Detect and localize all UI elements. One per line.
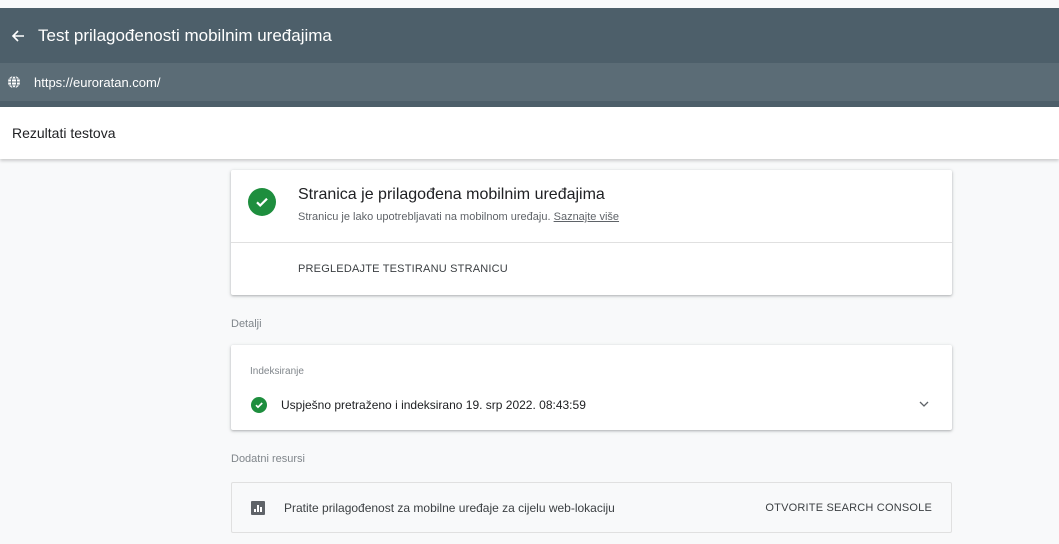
status-card: Stranica je prilagođena mobilnim uređaji…	[231, 170, 952, 295]
url-bar: https://euroratan.com/	[0, 63, 1059, 101]
check-circle-icon	[251, 397, 267, 413]
details-label: Detalji	[231, 318, 262, 330]
additional-resources-label: Dodatni resursi	[231, 453, 305, 465]
status-summary: Stranica je prilagođena mobilnim uređaji…	[231, 170, 952, 243]
tested-url: https://euroratan.com/	[34, 74, 161, 90]
bar-chart-icon	[251, 501, 265, 515]
app-title: Test prilagođenosti mobilnim uređajima	[38, 25, 332, 45]
indexing-card[interactable]: Indeksiranje Uspješno pretraženo i indek…	[231, 345, 952, 430]
check-circle-icon	[248, 188, 276, 216]
results-header: Rezultati testova	[0, 107, 1059, 159]
learn-more-link[interactable]: Saznajte više	[554, 211, 619, 223]
status-subtitle: Stranicu je lako upotrebljavati na mobil…	[298, 211, 619, 223]
page-title: Rezultati testova	[12, 125, 116, 141]
indexing-status: Uspješno pretraženo i indeksirano 19. sr…	[281, 398, 586, 412]
resources-card: Pratite prilagođenost za mobilne uređaje…	[231, 482, 952, 533]
open-search-console-button[interactable]: OTVORITE SEARCH CONSOLE	[765, 502, 932, 514]
back-arrow-icon[interactable]	[0, 29, 38, 43]
status-description: Stranicu je lako upotrebljavati na mobil…	[298, 211, 551, 223]
indexing-label: Indeksiranje	[250, 366, 304, 377]
chevron-down-icon[interactable]	[916, 398, 932, 410]
view-tested-page-button[interactable]: PREGLEDAJTE TESTIRANU STRANICU	[298, 263, 508, 275]
globe-icon	[0, 75, 34, 89]
status-title: Stranica je prilagođena mobilnim uređaji…	[298, 186, 605, 203]
app-header: Test prilagođenosti mobilnim uređajima	[0, 8, 1059, 63]
resources-text: Pratite prilagođenost za mobilne uređaje…	[284, 501, 615, 515]
